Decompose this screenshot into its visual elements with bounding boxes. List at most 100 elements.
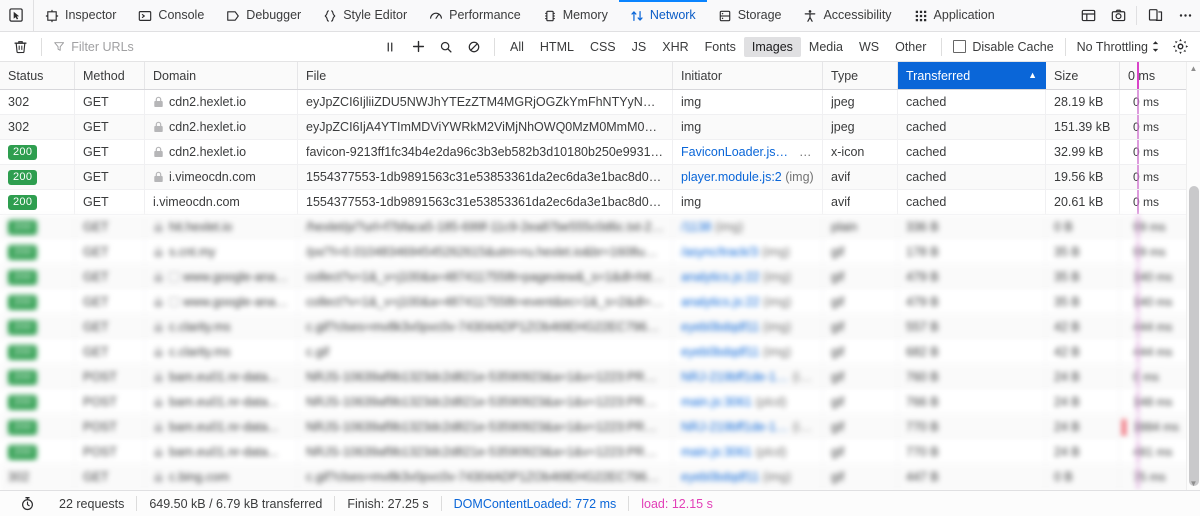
column-header-domain[interactable]: Domain bbox=[145, 62, 298, 89]
filter-images[interactable]: Images bbox=[743, 36, 801, 57]
table-row[interactable]: 200 GET hit.hexlet.io/hexlet/p/?url=f7bfac… bbox=[0, 215, 1200, 240]
tab-storage[interactable]: Storage bbox=[707, 0, 793, 31]
initiator-link[interactable]: eyeb0bdqdf11 bbox=[681, 345, 759, 359]
filter-fonts[interactable]: Fonts bbox=[697, 37, 744, 57]
table-row[interactable]: 200 GET s.cnt.my/px/?i=0.01048346945452626… bbox=[0, 240, 1200, 265]
screenshot-button[interactable] bbox=[1103, 0, 1133, 31]
table-row[interactable]: 200 GET c.clarity.ms c.gif?clses=mv8k3v0pvc… bbox=[0, 315, 1200, 340]
tab-network[interactable]: Network bbox=[618, 0, 707, 31]
vertical-scrollbar[interactable]: ▲ ▼ bbox=[1186, 62, 1200, 490]
accessibility-icon bbox=[805, 9, 816, 22]
scroll-down-arrow-icon[interactable]: ▼ bbox=[1187, 477, 1200, 490]
initiator-link[interactable]: NRJ-219bff1de-1223.js:1 bbox=[681, 420, 789, 434]
initiator-link[interactable]: main.js:3061 bbox=[681, 395, 752, 409]
initiator-link[interactable]: FaviconLoader.jsm:180 bbox=[681, 145, 796, 159]
network-settings-button[interactable] bbox=[1166, 38, 1194, 55]
new-request-button[interactable] bbox=[405, 36, 431, 58]
tab-console[interactable]: Console bbox=[127, 0, 215, 31]
initiator-type: (img) bbox=[792, 370, 814, 384]
search-button[interactable] bbox=[433, 36, 459, 58]
table-row[interactable]: 302 GET cdn2.hexlet.io eyJpZCI6IjA4YTImMDVi… bbox=[0, 115, 1200, 140]
filter-urls-container[interactable] bbox=[49, 39, 375, 54]
throttling-dropdown[interactable]: No Throttling bbox=[1073, 40, 1164, 54]
stopwatch-button[interactable] bbox=[8, 496, 47, 511]
initiator-link[interactable]: /async/track/3 bbox=[681, 245, 758, 259]
table-row[interactable]: 200 GET www.google-analyt... collect?v=1&_v… bbox=[0, 290, 1200, 315]
cell-file: collect?v=1&_v=j100&a=4874117558t=pagevi… bbox=[298, 265, 673, 289]
tab-inspector[interactable]: Inspector bbox=[34, 0, 127, 31]
disable-cache-checkbox[interactable]: Disable Cache bbox=[949, 40, 1057, 54]
waterfall-time: 99 ms bbox=[1133, 220, 1166, 234]
status-badge: 200 bbox=[8, 394, 38, 410]
column-header-initiator[interactable]: Initiator bbox=[673, 62, 823, 89]
element-picker-button[interactable] bbox=[0, 0, 34, 31]
tab-debugger[interactable]: Debugger bbox=[215, 0, 312, 31]
initiator-link[interactable]: analytics.js:22 bbox=[681, 295, 760, 309]
filter-ws[interactable]: WS bbox=[851, 37, 887, 57]
toolbar-divider bbox=[941, 37, 943, 56]
initiator-link[interactable]: eyeb0bdqdf11 bbox=[681, 470, 759, 484]
cell-size: 24 B bbox=[1046, 440, 1120, 464]
initiator-link[interactable]: player.module.js:2 bbox=[681, 170, 782, 184]
status-badge: 200 bbox=[8, 219, 38, 235]
responsive-design-mode-button[interactable] bbox=[1140, 0, 1170, 31]
cell-type: avif bbox=[823, 190, 898, 214]
column-header-status[interactable]: Status bbox=[0, 62, 75, 89]
filter-js[interactable]: JS bbox=[624, 37, 655, 57]
clear-requests-button[interactable] bbox=[6, 39, 34, 54]
scrollbar-thumb[interactable] bbox=[1189, 186, 1199, 486]
table-row[interactable]: 200 GET www.google-analyt... collect?v=1&_v… bbox=[0, 265, 1200, 290]
cell-transferred: cached bbox=[898, 90, 1046, 114]
cell-status: 200 bbox=[0, 265, 75, 289]
initiator-link[interactable]: NRJ-219bff1de-1223.js:1 bbox=[681, 370, 789, 384]
scroll-up-arrow-icon[interactable]: ▲ bbox=[1187, 62, 1200, 75]
block-requests-button[interactable] bbox=[461, 36, 487, 58]
filter-other[interactable]: Other bbox=[887, 37, 934, 57]
pause-button[interactable] bbox=[377, 36, 403, 58]
column-header-size[interactable]: Size bbox=[1046, 62, 1120, 89]
tab-label: Storage bbox=[737, 8, 782, 23]
table-row[interactable]: 200 GET i.vimeocdn.com 1554377553-1db989156… bbox=[0, 165, 1200, 190]
cell-size: 32.99 kB bbox=[1046, 140, 1120, 164]
cell-file: 1554377553-1db9891563c31e53853361da2ec6d… bbox=[298, 165, 673, 189]
filter-all[interactable]: All bbox=[502, 37, 532, 57]
tab-memory[interactable]: Memory bbox=[532, 0, 619, 31]
table-row[interactable]: 302 GET cdn2.hexlet.io eyJpZCI6IjliiZDU5NWJ… bbox=[0, 90, 1200, 115]
table-row[interactable]: 200 GET cdn2.hexlet.io favicon-9213ff1fc34b… bbox=[0, 140, 1200, 165]
tab-application[interactable]: Application bbox=[903, 0, 1006, 31]
table-row[interactable]: 200 GET c.clarity.ms c.gif eyeb0bdqdf11 (img… bbox=[0, 340, 1200, 365]
table-row[interactable]: 200 POST bam.eu01.nr-data... NRJS-10639af9b… bbox=[0, 365, 1200, 390]
cell-domain: cdn2.hexlet.io bbox=[145, 115, 298, 139]
cell-initiator: /1138 (img) bbox=[673, 215, 823, 239]
column-header-file[interactable]: File bbox=[298, 62, 673, 89]
storage-icon bbox=[719, 10, 730, 21]
cell-size: 20.61 kB bbox=[1046, 190, 1120, 214]
filter-xhr[interactable]: XHR bbox=[654, 37, 696, 57]
tab-style-editor[interactable]: Style Editor bbox=[312, 0, 418, 31]
initiator-link[interactable]: analytics.js:22 bbox=[681, 270, 760, 284]
cell-file: 1554377553-1db9891563c31e53853361da2ec6d… bbox=[298, 190, 673, 214]
filter-media[interactable]: Media bbox=[801, 37, 851, 57]
table-row[interactable]: 200 POST bam.eu01.nr-data... NRJS-10639af9b… bbox=[0, 415, 1200, 440]
filter-html[interactable]: HTML bbox=[532, 37, 582, 57]
tab-performance[interactable]: Performance bbox=[418, 0, 532, 31]
split-console-button[interactable] bbox=[1073, 0, 1103, 31]
table-row[interactable]: 200 POST bam.eu01.nr-data... NRJS-10639af9b… bbox=[0, 390, 1200, 415]
cell-method: GET bbox=[75, 465, 145, 489]
initiator-link[interactable]: eyeb0bdqdf11 bbox=[681, 320, 759, 334]
column-header-type[interactable]: Type bbox=[823, 62, 898, 89]
cell-size: 35 B bbox=[1046, 290, 1120, 314]
column-header-method[interactable]: Method bbox=[75, 62, 145, 89]
dom-content-loaded-marker bbox=[1137, 165, 1139, 189]
more-options-button[interactable] bbox=[1170, 0, 1200, 31]
tab-accessibility[interactable]: Accessibility bbox=[792, 0, 902, 31]
column-header-transferred[interactable]: Transferred ▲ bbox=[898, 62, 1046, 89]
table-row[interactable]: 302 GET c.bing.com c.gif?clses=mv8k3v0pvc0v… bbox=[0, 465, 1200, 490]
filter-css[interactable]: CSS bbox=[582, 37, 624, 57]
search-input[interactable] bbox=[71, 39, 375, 54]
initiator-link[interactable]: /1138 bbox=[681, 220, 711, 234]
table-row[interactable]: 200 GET i.vimeocdn.com 1554377553-1db989156… bbox=[0, 190, 1200, 215]
initiator-link[interactable]: main.js:3061 bbox=[681, 445, 752, 459]
lock-icon bbox=[154, 471, 163, 483]
table-row[interactable]: 200 POST bam.eu01.nr-data... NRJS-10639af9b… bbox=[0, 440, 1200, 465]
